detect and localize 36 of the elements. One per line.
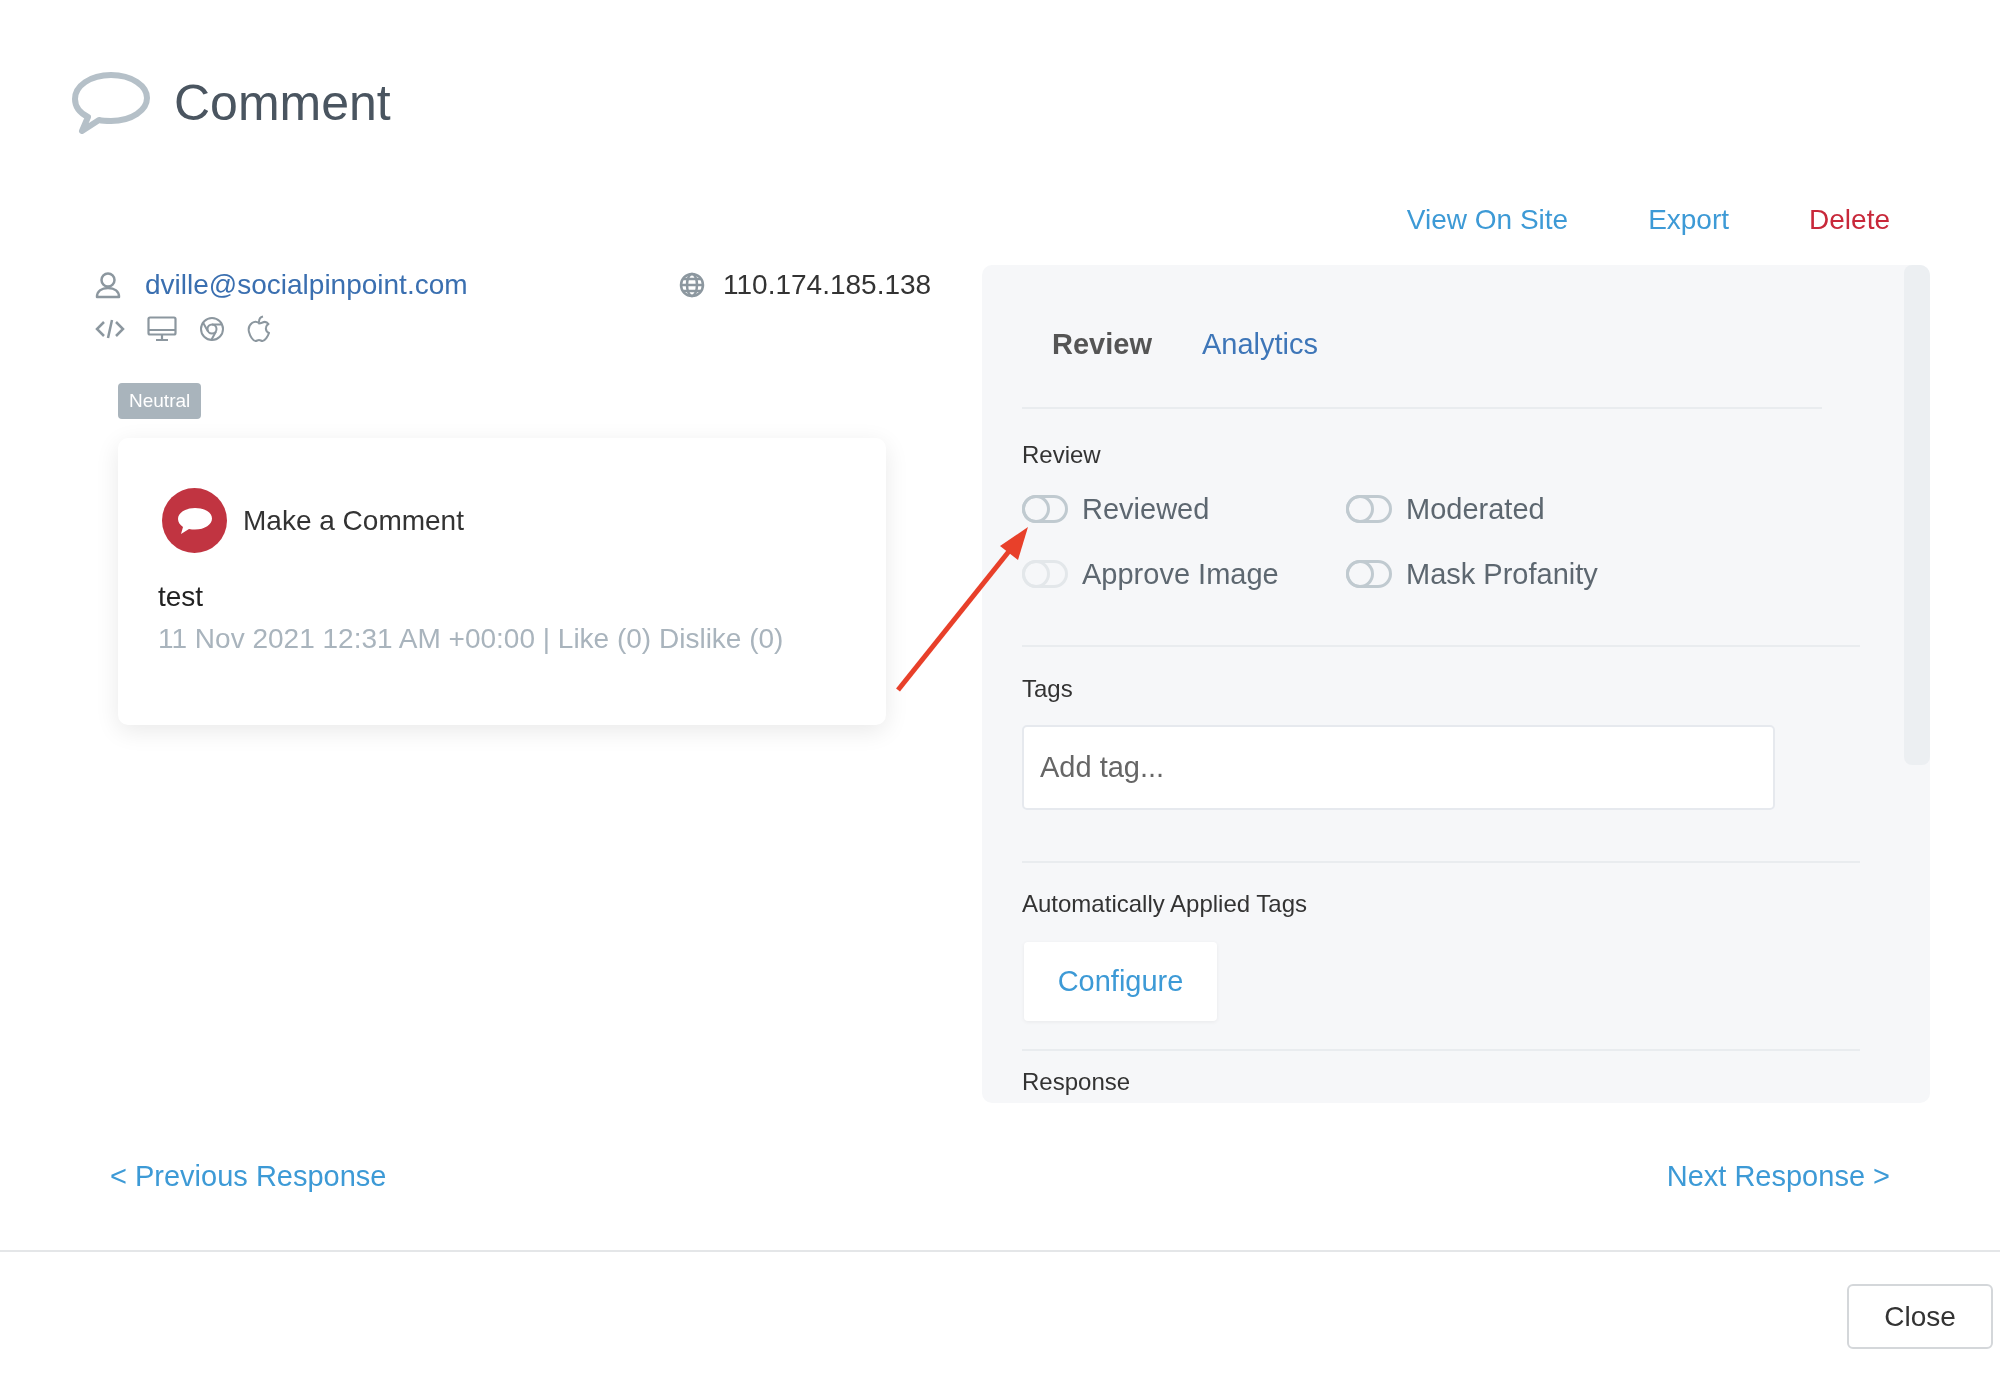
section-label: Response bbox=[1022, 1069, 1132, 1095]
comment-meta: 11 Nov 2021 12:31 AM +00:00 | Like (0) Dislike (0) bbox=[158, 623, 785, 655]
user-icon bbox=[95, 271, 121, 299]
email-link[interactable]: dville@socialpinpoint.com bbox=[145, 269, 468, 301]
apple-icon bbox=[247, 315, 271, 343]
toggle-label: Mask Profanity bbox=[1406, 557, 1598, 591]
comment-type: Make a Comment bbox=[243, 504, 464, 537]
toggle-switch[interactable] bbox=[1022, 495, 1068, 523]
comment-icon bbox=[162, 488, 227, 553]
section-label: Review bbox=[1022, 442, 1102, 468]
tab[interactable]: Analytics bbox=[1201, 327, 1318, 361]
toggle-switch[interactable] bbox=[1346, 495, 1392, 523]
comment-text: test bbox=[158, 581, 205, 613]
previous-link[interactable]: < Previous Response bbox=[110, 1159, 387, 1193]
toggle-label: Reviewed bbox=[1082, 492, 1210, 526]
ip-address: 110.174.185.138 bbox=[723, 269, 932, 301]
toggle-label: Moderated bbox=[1406, 492, 1545, 526]
speech-bubble-icon bbox=[70, 71, 152, 135]
section-label: Automatically Applied Tags bbox=[1022, 891, 1309, 917]
code-icon bbox=[95, 317, 125, 341]
globe-icon bbox=[679, 272, 705, 298]
configure-button[interactable]: Configure bbox=[1024, 942, 1217, 1021]
browser-icon bbox=[199, 316, 225, 342]
toggle-switch[interactable] bbox=[1346, 560, 1392, 588]
sentiment-badge: Neutral bbox=[118, 383, 202, 419]
section-label: Tags bbox=[1022, 676, 1074, 702]
dialog-title: Comment bbox=[174, 74, 391, 132]
action-link[interactable]: Export bbox=[1648, 204, 1730, 236]
action-link[interactable]: Delete bbox=[1809, 204, 1890, 236]
next-link[interactable]: Next Response > bbox=[1666, 1159, 1890, 1193]
close-button[interactable]: Close bbox=[1847, 1284, 1993, 1349]
tag-input[interactable]: Add tag... bbox=[1022, 725, 1775, 810]
toggle-label: Approve Image bbox=[1082, 557, 1279, 591]
monitor-icon bbox=[147, 316, 177, 342]
action-link[interactable]: View On Site bbox=[1406, 204, 1569, 236]
tab[interactable]: Review bbox=[1052, 327, 1152, 361]
